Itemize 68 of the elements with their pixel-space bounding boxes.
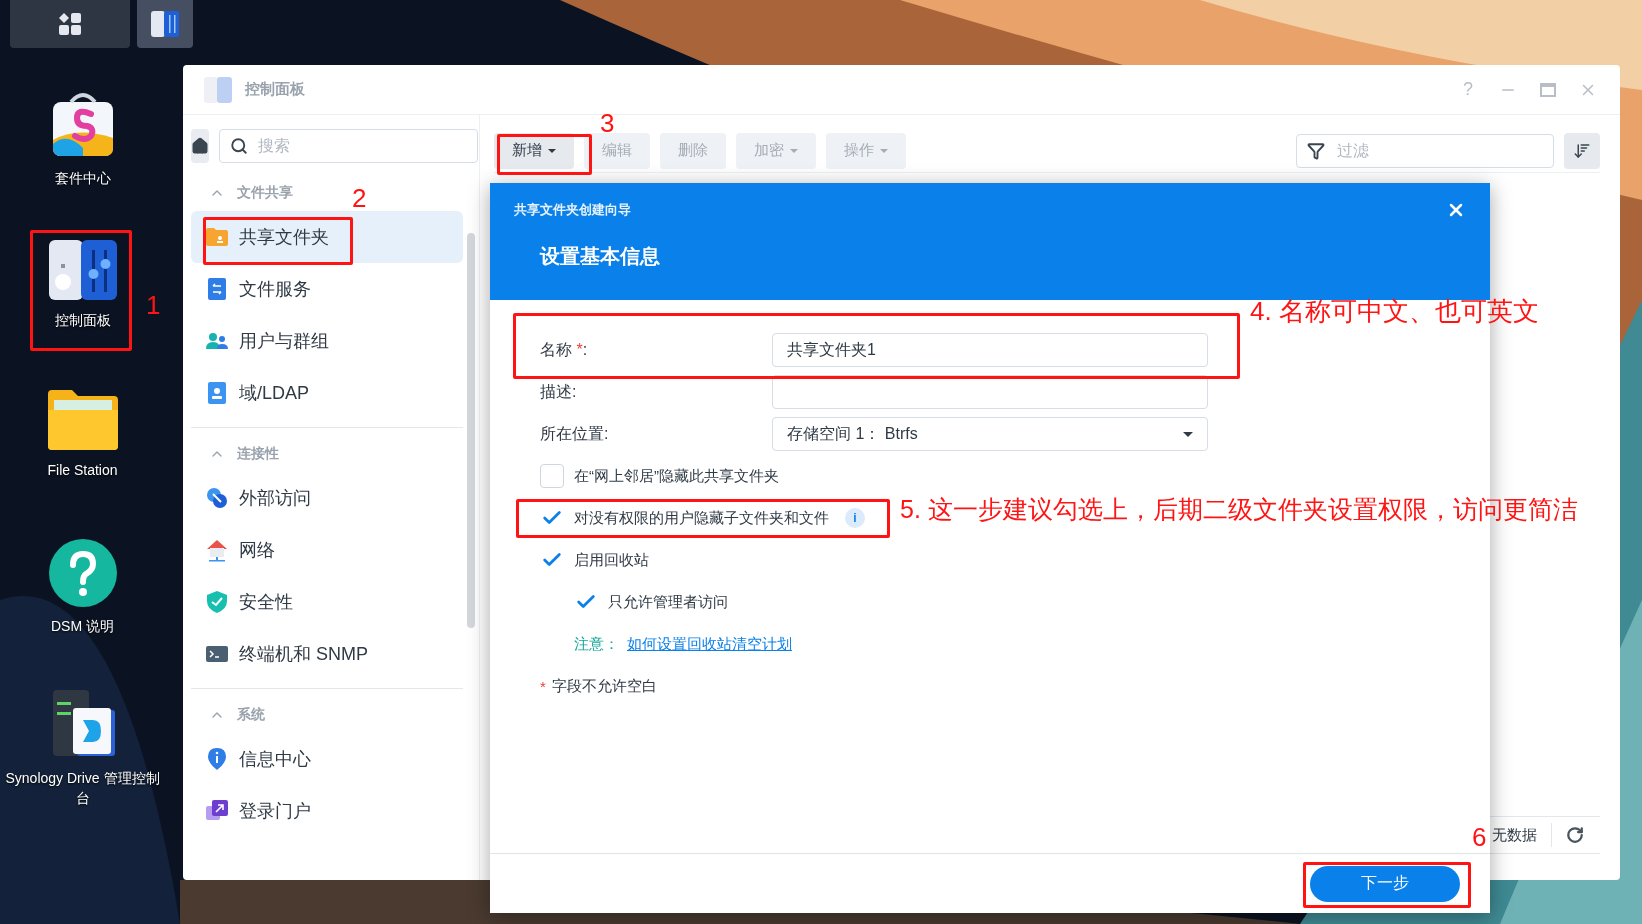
input-field[interactable]: 共享文件夹1	[772, 333, 1208, 367]
search-input[interactable]: 搜索	[256, 136, 467, 156]
folder-icon	[45, 388, 120, 452]
window-title: 控制面板	[245, 80, 306, 99]
portal-arrow-icon	[205, 799, 229, 823]
refresh-icon[interactable]	[1566, 826, 1584, 844]
annotation-label: 4. 名称可中文、也可英文	[1250, 296, 1539, 326]
sidebar-item[interactable]: 域/LDAP	[191, 367, 463, 419]
sidebar-item[interactable]: 信息中心	[191, 733, 463, 785]
required-note: * 字段不允许空白	[540, 675, 658, 697]
checkbox-label: 只允许管理者访问	[608, 592, 728, 612]
control-panel-icon	[150, 10, 180, 38]
field-label: 所在位置:	[540, 423, 610, 444]
note-label: 注意：	[574, 634, 619, 654]
taskbar-app-button[interactable]	[137, 0, 193, 48]
sidebar-item[interactable]: 终端机和 SNMP	[191, 628, 463, 680]
house-network-icon	[205, 538, 229, 562]
sort-button[interactable]	[1564, 132, 1600, 169]
apps-button[interactable]	[10, 0, 130, 48]
control-panel-icon	[46, 238, 119, 302]
grid-icon	[58, 12, 82, 36]
checkbox[interactable]	[540, 464, 564, 488]
home-button[interactable]	[191, 129, 209, 163]
status-text: 无数据	[1492, 825, 1537, 845]
help-link[interactable]: 如何设置回收站清空计划	[627, 634, 792, 654]
dialog-title: 共享文件夹创建向导	[514, 201, 631, 219]
desktop-icon-label[interactable]: DSM 说明	[51, 616, 114, 636]
group-title: 连接性	[237, 445, 279, 463]
sidebar-item[interactable]: 外部访问	[191, 472, 463, 524]
sidebar-item[interactable]: 登录门户	[191, 785, 463, 837]
field-label: 名称 *:	[540, 339, 589, 360]
annotation-label: 6	[1472, 822, 1487, 852]
desktop-icon-label[interactable]: File Station	[47, 460, 118, 480]
control-panel-icon	[203, 75, 233, 104]
contact-card-icon	[205, 381, 229, 405]
file-transfer-icon	[205, 277, 229, 301]
annotation-label: 2	[352, 183, 367, 213]
sidebar-item[interactable]: 文件服务	[191, 263, 463, 315]
sidebar-item[interactable]: 安全性	[191, 576, 463, 628]
checkbox-label: 启用回收站	[574, 550, 649, 570]
scrollbar[interactable]	[467, 233, 475, 628]
desktop-icon-label[interactable]: Synology Drive 管理控制台	[0, 768, 165, 808]
annotation-label: 1	[146, 290, 161, 320]
sidebar-item[interactable]: 网络	[191, 524, 463, 576]
filter-input[interactable]: 过滤	[1335, 140, 1543, 161]
sidebar-item[interactable]: 用户与群组	[191, 315, 463, 367]
shield-check-icon	[205, 590, 229, 614]
checkbox-label: 对没有权限的用户隐藏子文件夹和文件	[574, 508, 829, 528]
info-pin-icon	[205, 747, 229, 771]
search-icon	[230, 137, 248, 155]
input-field[interactable]	[772, 375, 1208, 409]
group-title: 文件共享	[237, 184, 293, 202]
group-title: 系统	[237, 706, 265, 724]
filter-field[interactable]: 过滤	[1296, 133, 1554, 168]
checkbox-label: 在“网上邻居”隐藏此共享文件夹	[574, 466, 779, 486]
help-icon	[47, 538, 118, 608]
sidebar-item[interactable]: 共享文件夹	[191, 211, 463, 263]
next-button[interactable]: 下一步	[1310, 865, 1460, 902]
sort-icon	[1573, 141, 1591, 160]
desktop-icon-label[interactable]: 控制面板	[54, 310, 111, 330]
annotation-label: 5. 这一步建议勾选上，后期二级文件夹设置权限，访问更简洁	[900, 494, 1578, 524]
search-field[interactable]: 搜索	[219, 129, 478, 163]
filter-icon	[1307, 141, 1325, 160]
dialog-heading: 设置基本信息	[540, 244, 661, 269]
folder-icon	[205, 225, 229, 249]
location-dropdown[interactable]: 存储空间 1： Btrfs	[772, 417, 1208, 451]
desktop-icon-label[interactable]: 套件中心	[54, 168, 111, 188]
field-label: 描述:	[540, 381, 578, 402]
